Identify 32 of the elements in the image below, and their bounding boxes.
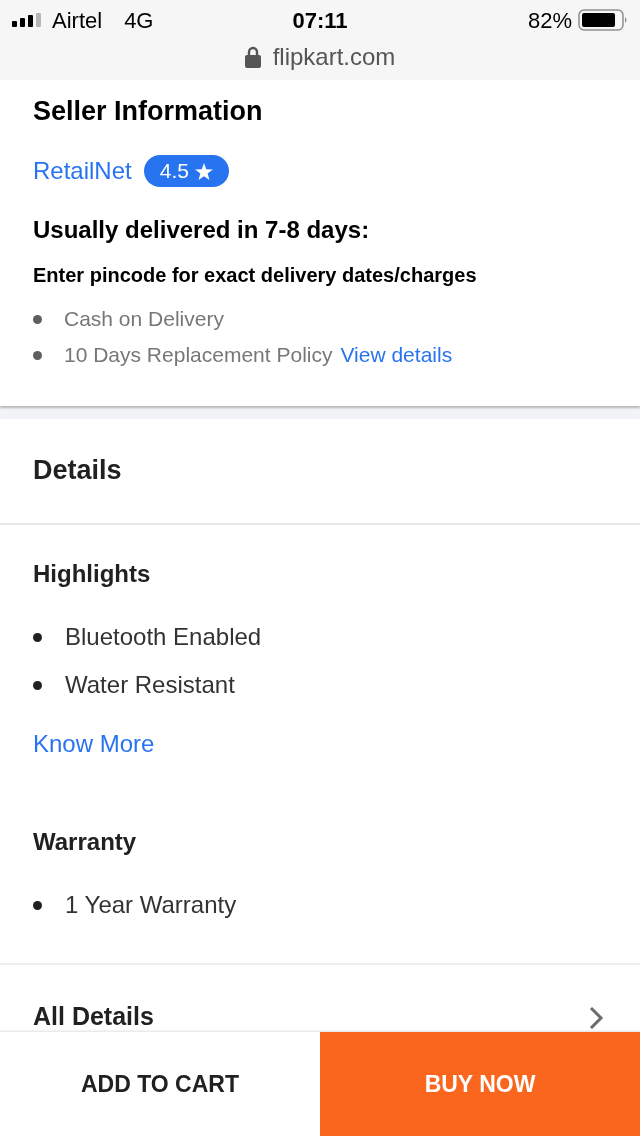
section-title: Seller Information (33, 95, 263, 127)
chevron-right-icon (588, 1006, 604, 1030)
star-icon (194, 162, 213, 180)
pincode-note: Enter pincode for exact delivery dates/charges (33, 263, 477, 288)
subsection-title: Warranty (33, 827, 137, 857)
feature-text: 10 Days Replacement Policy (64, 342, 333, 368)
battery-icon (578, 9, 628, 31)
url-text[interactable]: flipkart.com (272, 39, 396, 75)
bullet-icon (33, 900, 42, 910)
section-title: Details (33, 454, 122, 486)
add-to-cart-button[interactable]: ADD TO CART (0, 1032, 320, 1136)
bullet-icon (33, 314, 42, 324)
feature-text: Cash on Delivery (64, 306, 224, 332)
list-item-text: Bluetooth Enabled (65, 622, 262, 652)
battery-percent: 82% (527, 6, 572, 35)
network-type: 4G (124, 6, 154, 35)
subsection-title: Highlights (33, 559, 151, 589)
delivery-estimate: Usually delivered in 7-8 days: (33, 215, 370, 245)
seller-name-link[interactable]: RetailNet (33, 155, 132, 187)
signal-icon (12, 13, 44, 27)
bullet-icon (33, 632, 42, 642)
carrier-name: Airtel (52, 6, 103, 35)
list-item-text: Water Resistant (65, 670, 235, 700)
buy-now-button[interactable]: BUY NOW (320, 1032, 640, 1136)
status-time: 07:11 (292, 6, 348, 35)
view-details-link[interactable]: View details (340, 341, 453, 369)
bullet-icon (33, 350, 42, 360)
know-more-link[interactable]: Know More (33, 730, 155, 757)
bullet-icon (33, 680, 42, 690)
all-details-row[interactable]: All Details (0, 965, 640, 1031)
list-item-text: 1 Year Warranty (65, 890, 237, 920)
rating-value: 4.5 (159, 158, 189, 185)
